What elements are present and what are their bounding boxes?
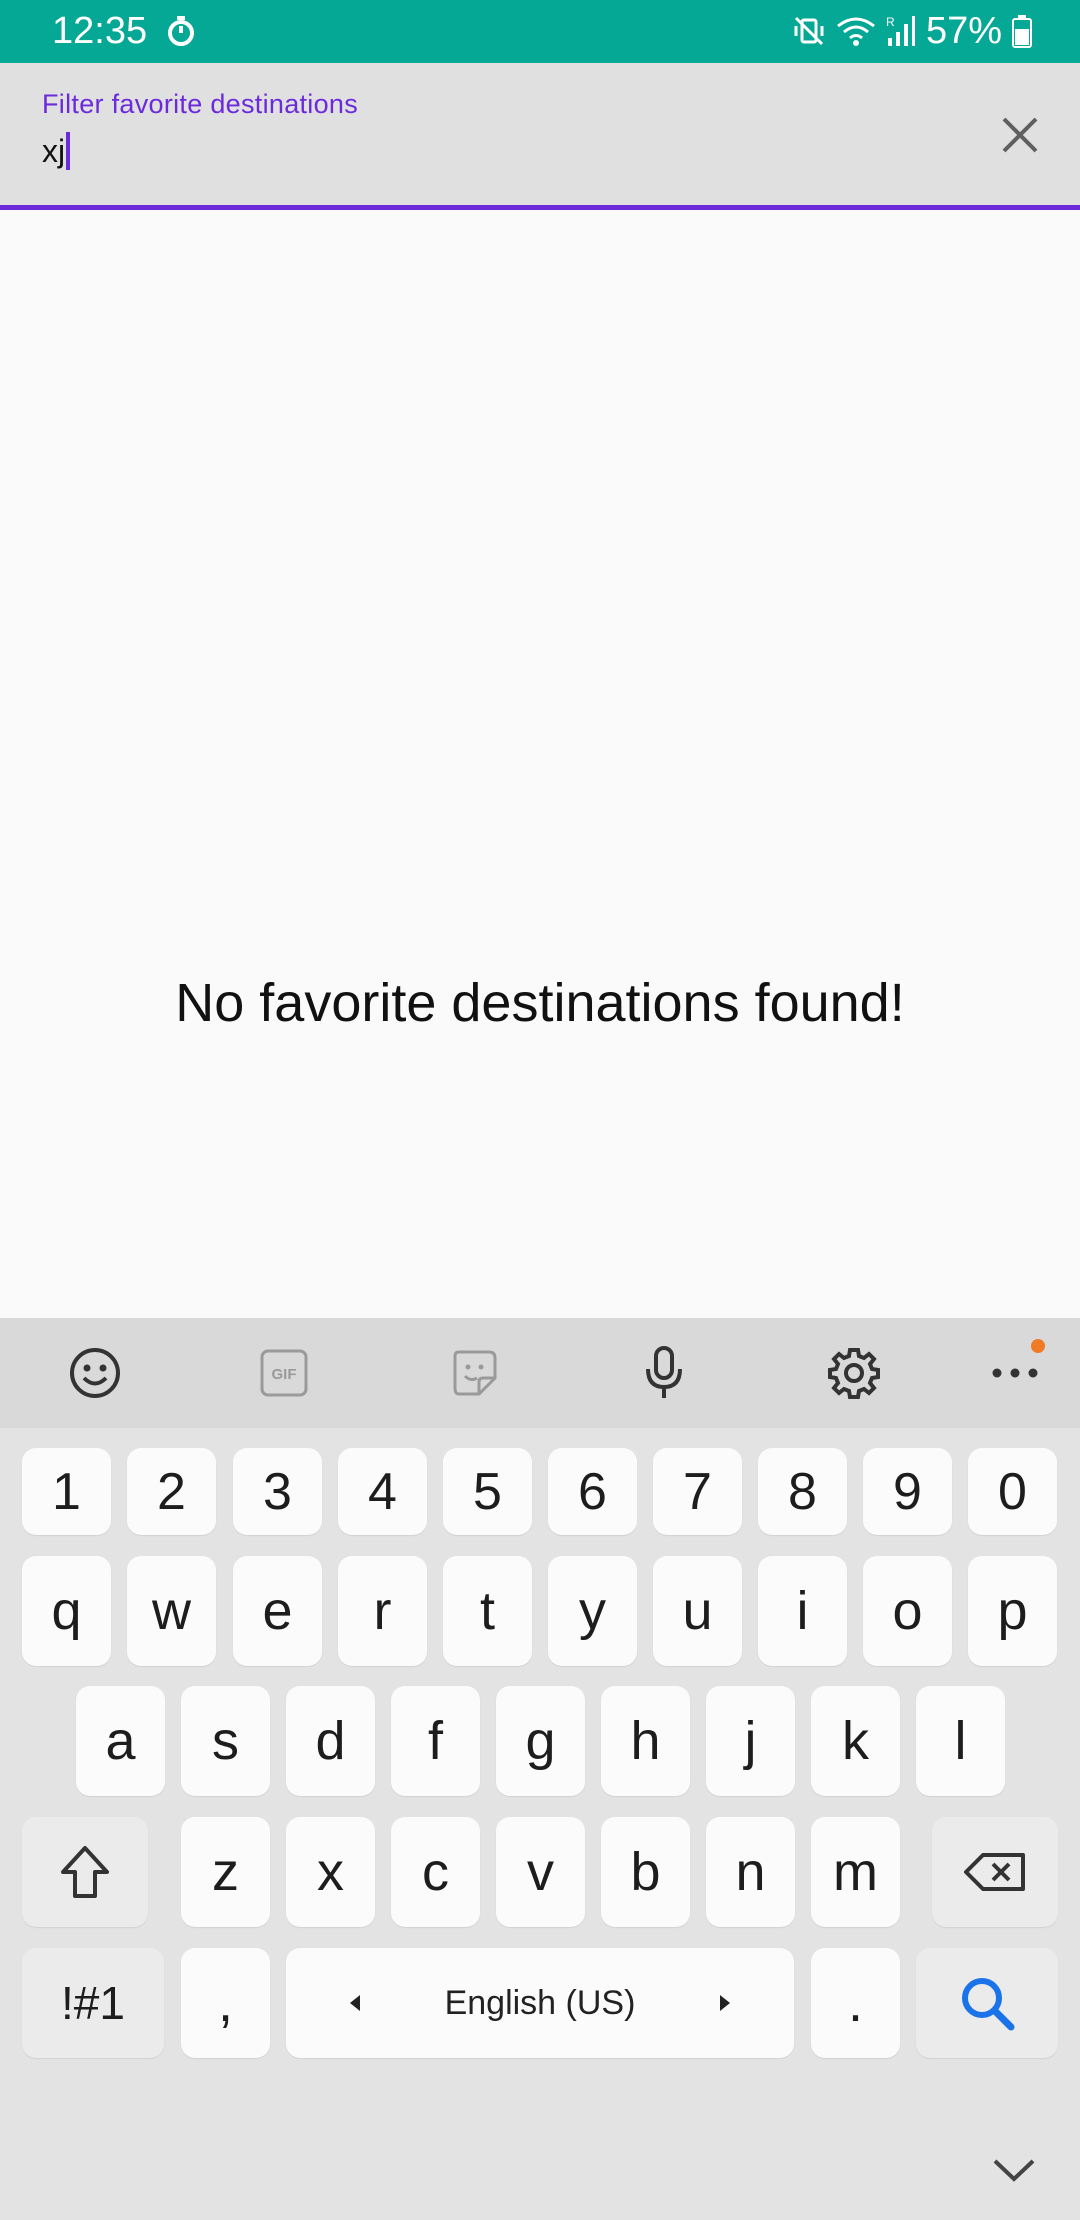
period-key[interactable]: . [811,1948,900,2058]
search-value[interactable]: xj [42,133,65,170]
key-n[interactable]: n [706,1817,795,1927]
key-k[interactable]: k [811,1686,900,1796]
key-1[interactable]: 1 [22,1448,111,1535]
key-t[interactable]: t [443,1556,532,1666]
battery-icon [1012,14,1032,48]
key-8[interactable]: 8 [758,1448,847,1535]
key-o[interactable]: o [863,1556,952,1666]
favorites-list-area [0,210,1080,1318]
shift-icon [61,1846,109,1898]
chevron-down-icon [993,2159,1035,2182]
key-m[interactable]: m [811,1817,900,1927]
search-bar: Filter favorite destinations xj [0,63,1080,210]
key-c[interactable]: c [391,1817,480,1927]
key-2[interactable]: 2 [127,1448,216,1535]
key-f[interactable]: f [391,1686,480,1796]
status-time: 12:35 [52,10,148,52]
vibrate-mute-icon [792,14,826,48]
on-screen-keyboard: GIF 1 2 3 4 5 6 7 8 9 0 q w e r t y u i … [0,1318,1080,2220]
key-u[interactable]: u [653,1556,742,1666]
key-x[interactable]: x [286,1817,375,1927]
emoji-icon[interactable] [67,1345,123,1401]
key-z[interactable]: z [181,1817,270,1927]
key-7[interactable]: 7 [653,1448,742,1535]
key-y[interactable]: y [548,1556,637,1666]
key-p[interactable]: p [968,1556,1057,1666]
key-l[interactable]: l [916,1686,1005,1796]
space-language-label: English (US) [444,1983,636,2022]
key-6[interactable]: 6 [548,1448,637,1535]
key-9[interactable]: 9 [863,1448,952,1535]
symbols-key[interactable]: !#1 [22,1948,164,2058]
backspace-icon [964,1853,1025,1891]
key-v[interactable]: v [496,1817,585,1927]
signal-icon: R [886,14,916,48]
key-0[interactable]: 0 [968,1448,1057,1535]
more-icon[interactable] [987,1339,1045,1401]
key-b[interactable]: b [601,1817,690,1927]
search-icon [962,1978,1015,2031]
space-key[interactable]: English (US) [286,1948,794,2058]
key-s[interactable]: s [181,1686,270,1796]
clear-search-button[interactable] [990,105,1050,165]
search-input[interactable]: xj [42,127,71,175]
notification-dot [1031,1339,1045,1353]
microphone-icon[interactable] [636,1345,692,1401]
close-icon [1002,117,1038,153]
sticker-icon[interactable] [446,1345,502,1401]
search-action-key[interactable] [916,1948,1058,2058]
key-g[interactable]: g [496,1686,585,1796]
shift-key[interactable] [22,1817,148,1927]
search-label: Filter favorite destinations [42,89,359,119]
key-5[interactable]: 5 [443,1448,532,1535]
status-icons: R 57% [792,8,1032,54]
comma-key[interactable]: , [181,1948,270,2058]
key-4[interactable]: 4 [338,1448,427,1535]
key-e[interactable]: e [233,1556,322,1666]
backspace-key[interactable] [932,1817,1058,1927]
gif-icon[interactable]: GIF [256,1345,312,1401]
cursor-left-icon [350,1995,360,2011]
cursor-right-icon [720,1995,730,2011]
key-q[interactable]: q [22,1556,111,1666]
key-w[interactable]: w [127,1556,216,1666]
key-h[interactable]: h [601,1686,690,1796]
status-bar: 12:35 R 57% [0,0,1080,63]
wifi-icon [836,14,876,48]
battery-percent: 57% [925,10,1002,52]
keyboard-toolbar: GIF [0,1318,1080,1428]
svg-text:R: R [886,15,895,29]
hide-keyboard-button[interactable] [984,2150,1044,2190]
key-j[interactable]: j [706,1686,795,1796]
key-i[interactable]: i [758,1556,847,1666]
settings-icon[interactable] [826,1345,882,1401]
empty-state-message: No favorite destinations found! [175,973,905,1033]
timer-icon [164,14,198,48]
svg-text:GIF: GIF [272,1366,297,1383]
key-a[interactable]: a [76,1686,165,1796]
key-r[interactable]: r [338,1556,427,1666]
key-d[interactable]: d [286,1686,375,1796]
text-cursor [66,132,71,170]
key-3[interactable]: 3 [233,1448,322,1535]
